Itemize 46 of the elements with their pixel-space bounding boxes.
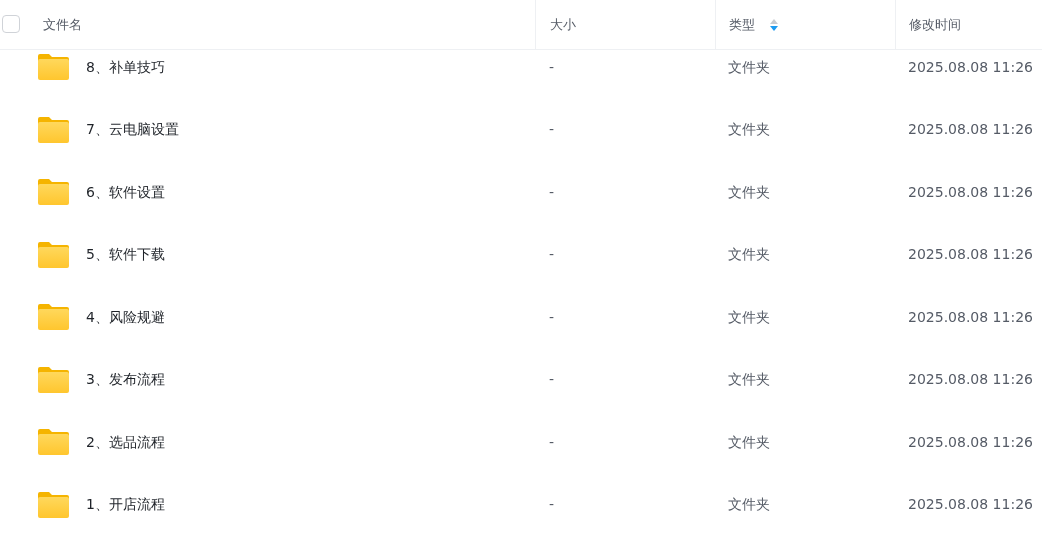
file-size: - xyxy=(549,496,555,513)
file-name[interactable]: 5、软件下载 xyxy=(86,244,165,266)
select-all-checkbox[interactable] xyxy=(2,15,20,33)
file-size: - xyxy=(549,246,555,263)
folder-icon xyxy=(38,116,69,143)
folder-icon xyxy=(38,366,69,393)
modified-time: 2025.08.08 11:26 xyxy=(908,371,1033,388)
modified-time: 2025.08.08 11:26 xyxy=(908,496,1033,513)
file-name[interactable]: 4、风险规避 xyxy=(86,306,165,328)
file-type: 文件夹 xyxy=(728,183,770,200)
file-type: 文件夹 xyxy=(728,496,770,513)
folder-icon xyxy=(38,54,69,81)
file-size: - xyxy=(549,371,555,388)
file-size: - xyxy=(549,433,555,450)
folder-icon xyxy=(38,179,69,206)
file-size: - xyxy=(549,183,555,200)
file-name[interactable]: 2、选品流程 xyxy=(86,431,165,453)
file-type: 文件夹 xyxy=(728,371,770,388)
sort-icon[interactable] xyxy=(769,17,779,32)
folder-icon xyxy=(38,304,69,331)
file-name[interactable]: 7、云电脑设置 xyxy=(86,119,179,141)
modified-time: 2025.08.08 11:26 xyxy=(908,433,1033,450)
file-type: 文件夹 xyxy=(728,433,770,450)
file-name[interactable]: 8、补单技巧 xyxy=(86,56,165,78)
modified-time: 2025.08.08 11:26 xyxy=(908,246,1033,263)
file-type: 文件夹 xyxy=(728,121,770,138)
file-name[interactable]: 3、发布流程 xyxy=(86,369,165,391)
modified-time: 2025.08.08 11:26 xyxy=(908,183,1033,200)
modified-time: 2025.08.08 11:26 xyxy=(908,308,1033,325)
folder-icon xyxy=(38,491,69,518)
file-name[interactable]: 1、开店流程 xyxy=(86,494,165,516)
column-header[interactable]: 类型 xyxy=(729,14,755,35)
column-header[interactable]: 修改时间 xyxy=(909,14,961,35)
file-type: 文件夹 xyxy=(728,308,770,325)
modified-time: 2025.08.08 11:26 xyxy=(908,121,1033,138)
file-name[interactable]: 6、软件设置 xyxy=(86,181,165,203)
column-header[interactable]: 大小 xyxy=(550,14,576,35)
folder-icon xyxy=(38,429,69,456)
file-size: - xyxy=(549,58,555,75)
folder-icon xyxy=(38,241,69,268)
file-size: - xyxy=(549,121,555,138)
file-size: - xyxy=(549,308,555,325)
column-header[interactable]: 文件名 xyxy=(43,14,82,35)
file-type: 文件夹 xyxy=(728,246,770,263)
file-type: 文件夹 xyxy=(728,58,770,75)
modified-time: 2025.08.08 11:26 xyxy=(908,58,1033,75)
